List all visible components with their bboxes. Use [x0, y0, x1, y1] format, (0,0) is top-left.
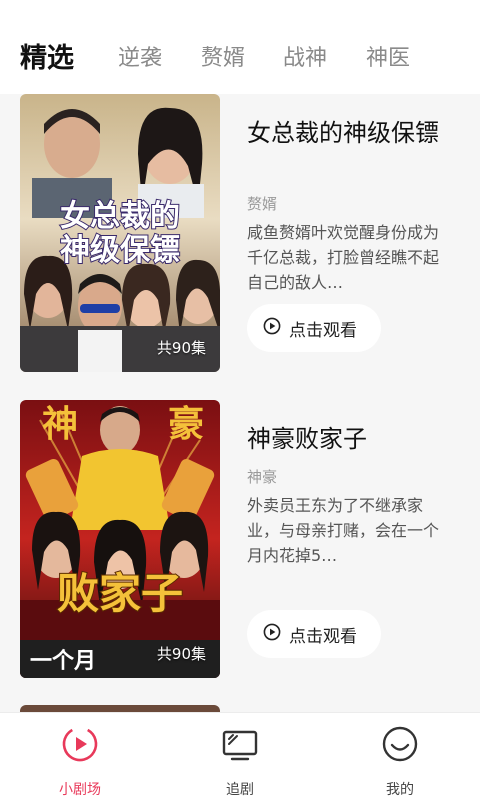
- tv-icon: [222, 730, 258, 761]
- tab-comeback[interactable]: 逆袭: [118, 40, 162, 72]
- smile-face-icon: [382, 726, 418, 762]
- poster-bottom-text: 一个月: [30, 649, 96, 674]
- episode-count: 共90集: [156, 645, 206, 663]
- drama-title[interactable]: 女总裁的神级保镖: [247, 116, 467, 150]
- nav-item-theater[interactable]: 小剧场: [20, 713, 140, 800]
- tab-featured[interactable]: 精选: [20, 36, 74, 75]
- poster-top-left-text: 神: [42, 403, 78, 445]
- play-circle-icon: [62, 726, 98, 762]
- drama-description: 外卖员王东为了不继承家业，与母亲打赌，会在一个月内花掉5…: [247, 496, 440, 565]
- nav-item-mine[interactable]: 我的: [340, 713, 460, 800]
- tab-son-in-law[interactable]: 赘婿: [201, 40, 245, 72]
- watch-button-label: 点击观看: [289, 320, 357, 341]
- nav-label: 我的: [386, 782, 414, 798]
- tab-divine-doctor[interactable]: 神医: [366, 40, 410, 72]
- drama-poster[interactable]: 神 豪 败家子 一个月 共90集: [20, 400, 220, 678]
- drama-poster[interactable]: 女总裁的 神级保镖 共90集: [20, 94, 220, 372]
- poster-top-right-text: 豪: [168, 403, 204, 445]
- play-icon: [263, 623, 281, 646]
- drama-tag: 赘婿: [247, 195, 278, 213]
- drama-card[interactable]: 女总裁的 神级保镖 共90集 女总裁的神级保镖 赘婿 咸鱼赘婿叶欢觉醒身份成为千…: [20, 94, 480, 372]
- drama-description: 咸鱼赘婿叶欢觉醒身份成为千亿总裁，打脸曾经瞧不起自己的敌人…: [247, 223, 440, 292]
- watch-button[interactable]: 点击观看: [247, 610, 381, 658]
- nav-label: 小剧场: [59, 782, 101, 798]
- play-icon: [263, 317, 281, 340]
- poster-main-title: 败家子: [57, 569, 183, 618]
- episode-count: 共90集: [156, 339, 206, 357]
- category-tabs: 精选 逆袭 赘婿 战神 神医: [0, 0, 480, 94]
- app-screen: 精选 逆袭 赘婿 战神 神医 女总裁的 神级保镖 共90集 女总裁的神级保镖 赘…: [0, 0, 480, 800]
- drama-card[interactable]: 神 豪 败家子 一个月 共90集 神豪败家子 神豪 外卖员王东为了不继承家业，与…: [20, 400, 480, 678]
- nav-label: 追剧: [226, 782, 254, 798]
- bottom-nav: 小剧场 追剧 我的: [0, 712, 480, 800]
- watch-button-label: 点击观看: [289, 626, 357, 647]
- drama-title[interactable]: 神豪败家子: [247, 422, 467, 456]
- drama-tag: 神豪: [247, 468, 278, 486]
- watch-button[interactable]: 点击观看: [247, 304, 381, 352]
- tab-war-god[interactable]: 战神: [283, 40, 327, 72]
- poster-title-line2: 神级保镖: [60, 233, 180, 268]
- nav-item-following[interactable]: 追剧: [180, 713, 300, 800]
- poster-title-line1: 女总裁的: [60, 199, 180, 234]
